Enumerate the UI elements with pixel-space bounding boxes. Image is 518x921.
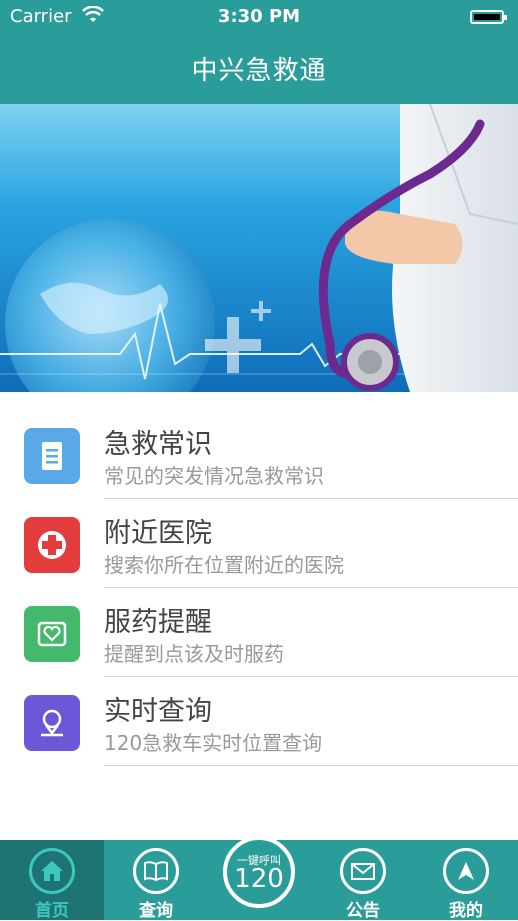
- menu-item-title: 实时查询: [104, 696, 212, 727]
- battery-icon: [470, 10, 507, 24]
- navigation-arrow-icon: [443, 848, 489, 894]
- tab-label: 首页: [35, 901, 69, 921]
- banner-image: [0, 104, 518, 392]
- pill-reminder-icon: [24, 606, 80, 662]
- book-icon: [133, 848, 179, 894]
- tab-query[interactable]: 查询: [104, 840, 208, 921]
- menu-item-medication-reminder[interactable]: 服药提醒 提醒到点该及时服药: [0, 570, 518, 677]
- banner-illustration: [0, 104, 518, 392]
- divider: [104, 765, 518, 766]
- menu-item-title: 急救常识: [104, 429, 212, 460]
- tab-label: 我的: [449, 901, 483, 921]
- status-bar: Carrier 3:30 PM: [0, 0, 518, 34]
- menu-item-title: 服药提醒: [104, 607, 212, 638]
- menu-item-subtitle: 120急救车实时位置查询: [104, 731, 323, 755]
- location-pin-icon: [24, 695, 80, 751]
- tab-label: 公告: [346, 901, 380, 921]
- menu-item-nearby-hospitals[interactable]: 附近医院 搜索你所在位置附近的医院: [0, 481, 518, 588]
- call-120-icon: 一键呼叫 120: [223, 836, 295, 908]
- home-icon: [29, 848, 75, 894]
- document-list-icon: [24, 428, 80, 484]
- tab-home[interactable]: 首页: [0, 840, 104, 921]
- tab-announcements[interactable]: 公告: [311, 840, 415, 921]
- tab-label: 查询: [139, 901, 173, 921]
- menu-item-title: 附近医院: [104, 518, 212, 549]
- menu-item-first-aid-knowledge[interactable]: 急救常识 常见的突发情况急救常识: [0, 392, 518, 499]
- mail-icon: [340, 848, 386, 894]
- page-title: 中兴急救通: [191, 56, 327, 86]
- red-cross-icon: [24, 517, 80, 573]
- tab-bar: 首页 查询 一键呼叫 120 公告 我的: [0, 836, 518, 921]
- status-time: 3:30 PM: [217, 6, 301, 27]
- call-120-button[interactable]: 一键呼叫 120: [207, 836, 311, 920]
- top-bar: Carrier 3:30 PM 中兴急救通: [0, 0, 518, 104]
- tab-profile[interactable]: 我的: [414, 840, 518, 921]
- call-button-number: 120: [234, 864, 284, 894]
- menu-item-realtime-query[interactable]: 实时查询 120急救车实时位置查询: [0, 659, 518, 766]
